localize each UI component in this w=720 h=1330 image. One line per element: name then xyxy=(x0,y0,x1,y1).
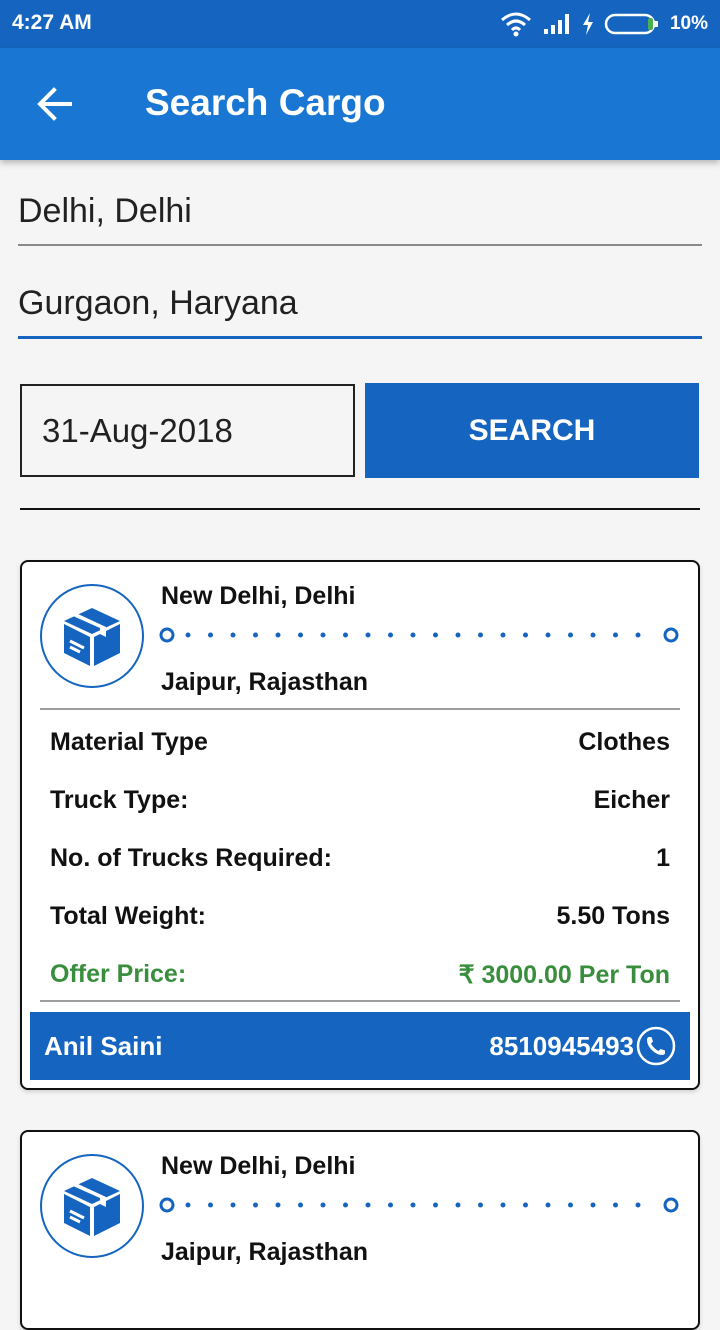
origin-city: New Delhi, Delhi xyxy=(161,582,356,610)
from-location-field[interactable] xyxy=(18,192,702,246)
search-button[interactable]: SEARCH xyxy=(365,383,699,478)
to-location-input[interactable] xyxy=(18,284,702,323)
truck-type-row: Truck Type: Eicher xyxy=(50,786,670,815)
contact-bar[interactable]: Anil Saini 8510945493 xyxy=(30,1012,690,1080)
page-title: Search Cargo xyxy=(145,82,386,123)
cargo-card[interactable]: New Delhi, Delhi Jaipur, Rajasthan Mater… xyxy=(20,560,700,1090)
cargo-box-icon xyxy=(40,584,144,688)
divider xyxy=(20,508,700,510)
status-time: 4:27 AM xyxy=(12,11,92,34)
card-divider xyxy=(40,1000,680,1002)
signal-icon xyxy=(543,14,569,34)
total-weight-row: Total Weight: 5.50 Tons xyxy=(50,902,670,931)
offer-price-value: ₹ 3000.00 Per Ton xyxy=(458,961,670,989)
trucks-required-row: No. of Trucks Required: 1 xyxy=(50,844,670,873)
back-button[interactable] xyxy=(32,84,80,124)
from-location-input[interactable] xyxy=(18,192,702,231)
status-bar: 4:27 AM 10% xyxy=(0,0,720,48)
contact-phone[interactable]: 8510945493 xyxy=(489,1031,634,1062)
card-divider xyxy=(40,708,680,710)
destination-city: Jaipur, Rajasthan xyxy=(161,1238,369,1266)
app-bar: Search Cargo xyxy=(0,48,720,160)
origin-city: New Delhi, Delhi xyxy=(161,1152,356,1180)
material-type-row: Material Type Clothes xyxy=(50,728,670,757)
destination-city: Jaipur, Rajasthan xyxy=(161,668,369,696)
truck-type-label: Truck Type: xyxy=(50,786,189,814)
trucks-required-label: No. of Trucks Required: xyxy=(50,844,332,872)
back-arrow-icon xyxy=(37,87,72,121)
route-dotted-line xyxy=(159,627,679,643)
cargo-card[interactable]: New Delhi, Delhi Jaipur, Rajasthan xyxy=(20,1130,700,1330)
to-location-field[interactable] xyxy=(18,284,702,339)
status-icons: 10% xyxy=(500,10,708,38)
contact-name: Anil Saini xyxy=(44,1031,163,1061)
trucks-required-value: 1 xyxy=(656,844,670,872)
route-dotted-line xyxy=(159,1197,679,1213)
battery-icon xyxy=(604,13,658,35)
phone-icon[interactable] xyxy=(636,1026,676,1066)
truck-type-value: Eicher xyxy=(593,786,670,814)
offer-price-row: Offer Price: ₹ 3000.00 Per Ton xyxy=(50,960,670,990)
date-picker[interactable]: 31-Aug-2018 xyxy=(20,384,355,477)
cargo-box-icon xyxy=(40,1154,144,1258)
charging-icon xyxy=(582,13,593,35)
offer-price-label: Offer Price: xyxy=(50,960,187,988)
material-type-label: Material Type xyxy=(50,728,208,756)
total-weight-value: 5.50 Tons xyxy=(556,902,670,930)
battery-percent: 10% xyxy=(669,13,708,34)
wifi-icon xyxy=(500,12,531,37)
total-weight-label: Total Weight: xyxy=(50,902,206,930)
material-type-value: Clothes xyxy=(578,728,670,756)
